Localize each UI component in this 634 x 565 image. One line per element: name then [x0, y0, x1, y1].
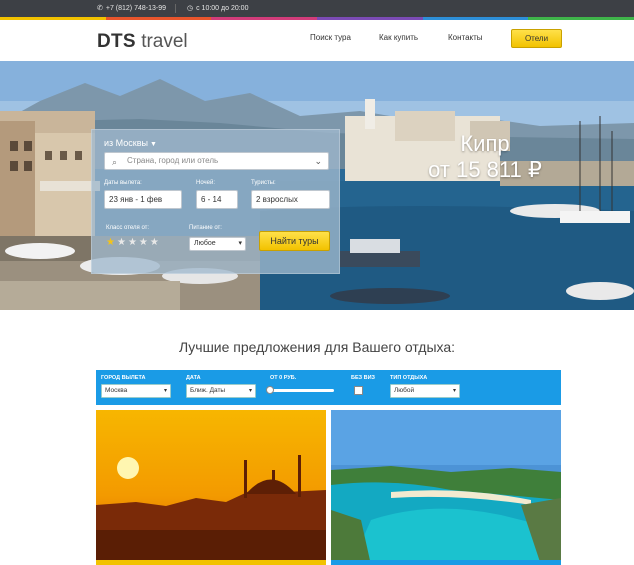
tour-type-filter-select[interactable]: Любой ▾	[390, 384, 460, 398]
visa-free-checkbox[interactable]	[354, 386, 363, 395]
visa-filter-label: БЕЗ ВИЗ	[351, 375, 375, 381]
logo-rest: travel	[141, 31, 188, 52]
chevron-down-icon: ▾	[238, 240, 242, 247]
nights-field[interactable]: 6 - 14	[196, 190, 238, 209]
departure-filter-value: Москва	[105, 387, 128, 394]
date-filter-label: ДАТА	[186, 375, 201, 381]
page: ✆ +7 (812) 748-13-99 ◷ с 10:00 до 20:00 DT…	[0, 0, 634, 565]
dates-field[interactable]: 23 янв - 1 фев	[104, 190, 182, 209]
nav-contacts[interactable]: Контакты	[448, 33, 483, 42]
working-hours: ◷ с 10:00 до 20:00	[187, 0, 248, 17]
promo-offer[interactable]: Кипр от 15 811 ₽	[410, 131, 560, 183]
hotels-button[interactable]: Отели	[511, 29, 562, 48]
beach-bay-photo	[331, 410, 561, 565]
top-bar: ✆ +7 (812) 748-13-99 ◷ с 10:00 до 20:00	[0, 0, 634, 17]
departure-filter-select[interactable]: Москва ▾	[101, 384, 171, 398]
clock-icon: ◷	[187, 5, 194, 12]
hours-text: с 10:00 до 20:00	[196, 5, 249, 12]
meal-label: Питание от:	[189, 225, 222, 231]
price-slider-handle[interactable]	[266, 386, 274, 394]
sunset-city-photo	[96, 410, 326, 565]
departure-filter-label: ГОРОД ВЫЛЕТА	[101, 375, 146, 381]
destination-search-input[interactable]: ⌕ Страна, город или отель ⌄	[104, 152, 329, 170]
hotel-class-rating[interactable]: ★★★★★	[106, 237, 161, 248]
tour-type-filter-value: Любой	[394, 387, 415, 394]
chevron-down-icon: ▾	[452, 388, 456, 394]
meal-value: Любое	[194, 240, 216, 247]
offers-heading: Лучшие предложения для Вашего отдыха:	[178, 339, 456, 355]
price-slider-track[interactable]	[268, 389, 334, 392]
price-filter-label: ОТ 0 РУБ.	[270, 375, 297, 381]
tour-search-form: из Москвы ▼ ⌕ Страна, город или отель ⌄ Д…	[91, 129, 340, 274]
logo[interactable]: DTS travel	[97, 31, 188, 53]
offers-filter-bar: ГОРОД ВЫЛЕТА Москва ▾ ДАТА Ближ. Даты ▾ …	[96, 370, 561, 405]
hotel-class-label: Класс отеля от:	[106, 225, 150, 231]
star-icon[interactable]: ★	[117, 237, 128, 248]
phone-icon: ✆	[97, 5, 103, 12]
date-filter-select[interactable]: Ближ. Даты ▾	[186, 384, 256, 398]
tour-type-filter-label: ТИП ОТДЫХА	[390, 375, 428, 381]
hero-banner: из Москвы ▼ ⌕ Страна, город или отель ⌄ Д…	[0, 61, 634, 310]
caret-down-icon: ▼	[149, 141, 157, 148]
nights-label: Ночей:	[196, 180, 216, 186]
offer-card-beach[interactable]	[331, 410, 561, 565]
phone-number: +7 (812) 748-13-99	[105, 5, 167, 12]
logo-bold: DTS	[97, 31, 136, 52]
nav-tour-search[interactable]: Поиск тура	[310, 33, 351, 42]
star-icon[interactable]: ★	[128, 237, 139, 248]
star-icon[interactable]: ★	[150, 237, 161, 248]
site-header: DTS travel Поиск тура Как купить Контакт…	[0, 20, 634, 61]
chevron-down-icon: ▾	[248, 388, 252, 394]
search-icon: ⌕	[112, 157, 118, 167]
nav-how-to-buy[interactable]: Как купить	[379, 33, 418, 42]
offer-card-istanbul[interactable]	[96, 410, 326, 565]
topbar-divider	[175, 4, 176, 13]
tourists-label: Туристы:	[251, 180, 276, 186]
star-icon[interactable]: ★	[106, 237, 117, 248]
star-icon[interactable]: ★	[139, 237, 150, 248]
dates-label: Даты вылета:	[104, 180, 142, 186]
departure-city-label: из Москвы	[104, 138, 148, 148]
find-tours-button[interactable]: Найти туры	[259, 231, 330, 251]
departure-city-selector[interactable]: из Москвы ▼	[104, 138, 157, 148]
destination-placeholder: Страна, город или отель	[127, 156, 219, 165]
promo-destination: Кипр	[460, 131, 510, 156]
date-filter-value: Ближ. Даты	[190, 387, 226, 394]
meal-select[interactable]: Любое ▾	[189, 237, 246, 251]
chevron-down-icon: ▾	[163, 388, 167, 394]
phone-contact[interactable]: ✆ +7 (812) 748-13-99	[97, 0, 166, 17]
promo-price: от 15 811 ₽	[428, 157, 542, 182]
tourists-field[interactable]: 2 взрослых	[251, 190, 330, 209]
chevron-down-icon: ⌄	[314, 156, 322, 166]
